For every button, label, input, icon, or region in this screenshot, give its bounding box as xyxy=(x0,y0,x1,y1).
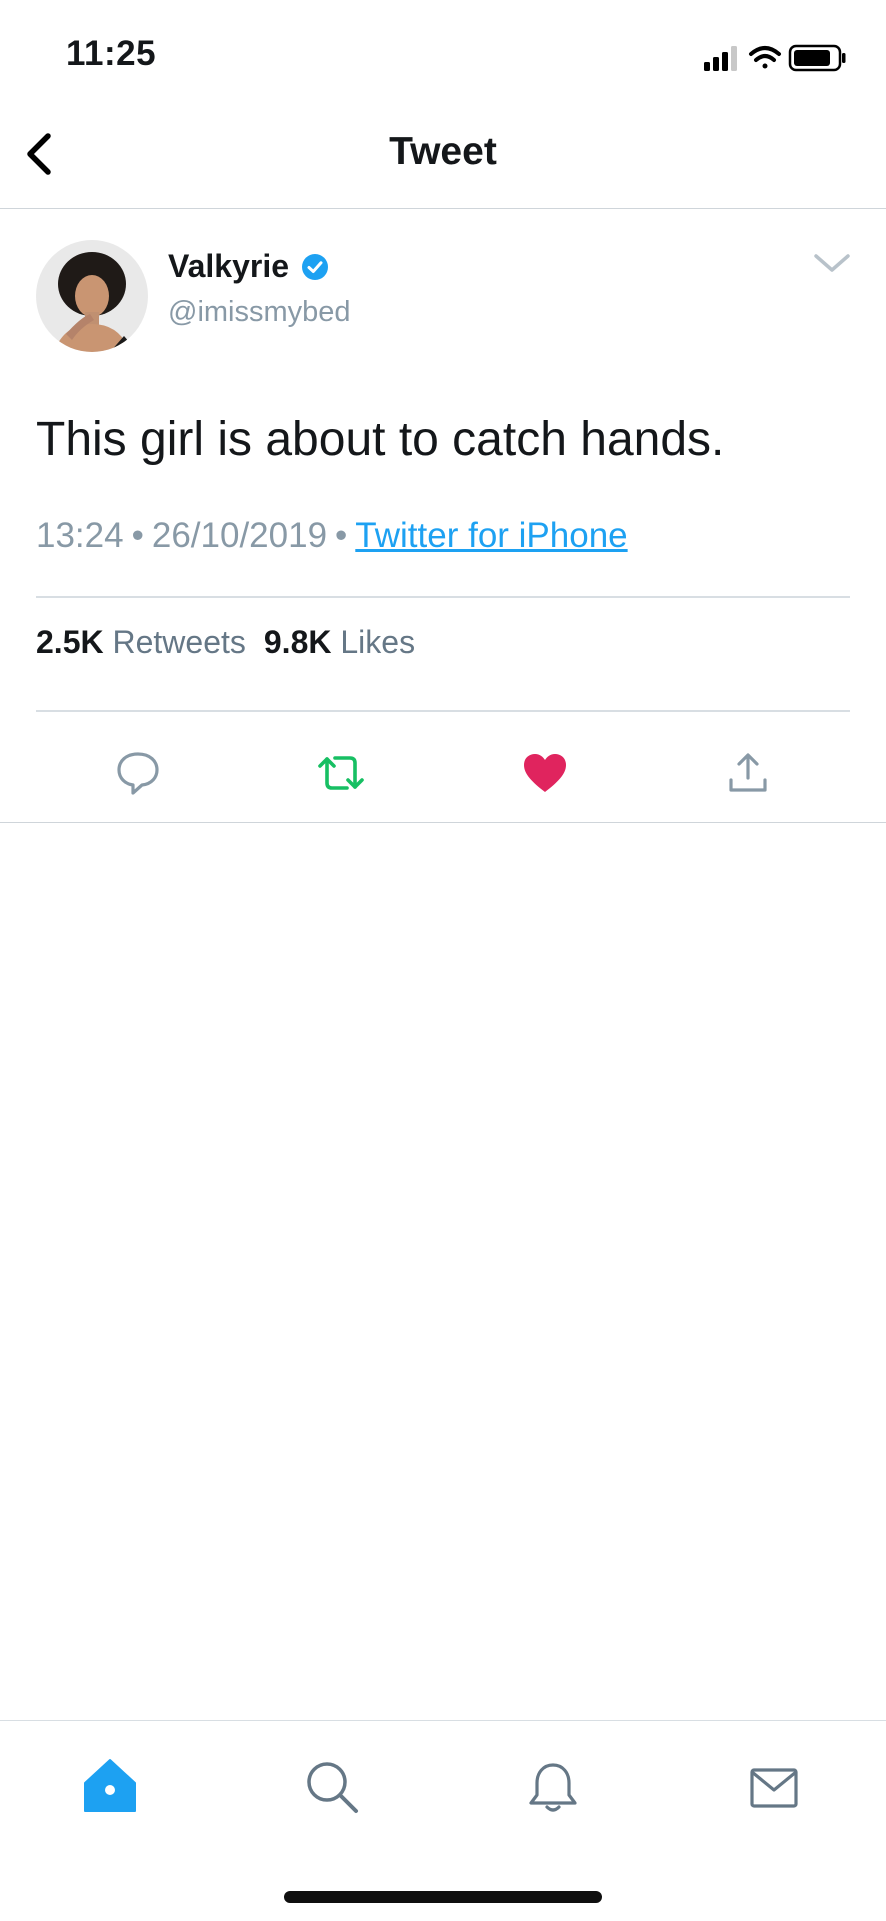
chevron-down-icon xyxy=(814,254,850,272)
search-icon xyxy=(307,1762,358,1813)
display-name: Valkyrie xyxy=(168,248,289,284)
reply-icon xyxy=(117,752,159,795)
home-icon xyxy=(84,1759,136,1812)
handle[interactable]: @imissmybed xyxy=(168,296,351,329)
verified-badge-icon xyxy=(302,253,329,280)
like-button[interactable] xyxy=(520,748,570,798)
mail-icon xyxy=(750,1768,798,1808)
divider xyxy=(36,596,850,598)
retweets-count: 2.5K xyxy=(36,624,104,660)
home-indicator xyxy=(284,1891,602,1903)
tweet-date: 26/10/2019 xyxy=(151,516,328,555)
page-title: Tweet xyxy=(389,130,497,173)
tab-search[interactable] xyxy=(302,1757,362,1817)
signal-icon xyxy=(704,46,737,71)
tweet-text: This girl is about to catch hands. xyxy=(36,413,725,466)
author[interactable]: Valkyrie xyxy=(168,248,329,292)
heart-icon xyxy=(524,754,566,792)
wifi-icon xyxy=(749,46,781,69)
tab-messages[interactable] xyxy=(744,1757,804,1817)
status-icons xyxy=(702,38,852,74)
retweet-icon xyxy=(318,756,364,790)
tweet-stats: 2.5K Retweets 9.8K Likes xyxy=(36,624,415,661)
tab-notifications[interactable] xyxy=(523,1757,583,1817)
retweets-stat[interactable]: 2.5K Retweets xyxy=(36,624,246,660)
share-button[interactable] xyxy=(723,748,773,798)
status-time: 11:25 xyxy=(66,34,157,73)
retweets-label: Retweets xyxy=(112,624,246,660)
meta-separator: • xyxy=(335,516,348,555)
likes-label: Likes xyxy=(340,624,416,660)
tweet-time: 13:24 xyxy=(36,516,124,555)
bell-icon xyxy=(529,1763,577,1812)
divider xyxy=(36,710,850,712)
reply-button[interactable] xyxy=(113,748,163,798)
status-bar: 11:25 xyxy=(0,0,886,100)
avatar[interactable] xyxy=(36,240,148,352)
tab-bar xyxy=(0,1720,886,1921)
likes-stat[interactable]: 9.8K Likes xyxy=(264,624,415,660)
tweet-actions xyxy=(0,720,886,823)
source-link[interactable]: Twitter for iPhone xyxy=(355,516,627,555)
retweet-button[interactable] xyxy=(316,748,366,798)
caret-menu-button[interactable] xyxy=(812,248,852,278)
share-icon xyxy=(729,753,767,792)
nav-bar: Tweet xyxy=(0,100,886,209)
avatar-image xyxy=(36,240,148,352)
tweet-meta: 13:24 • 26/10/2019 • Twitter for iPhone xyxy=(36,516,628,556)
battery-icon xyxy=(788,44,846,72)
likes-count: 9.8K xyxy=(263,624,332,660)
meta-separator: • xyxy=(131,516,144,555)
tab-home[interactable] xyxy=(80,1757,140,1817)
